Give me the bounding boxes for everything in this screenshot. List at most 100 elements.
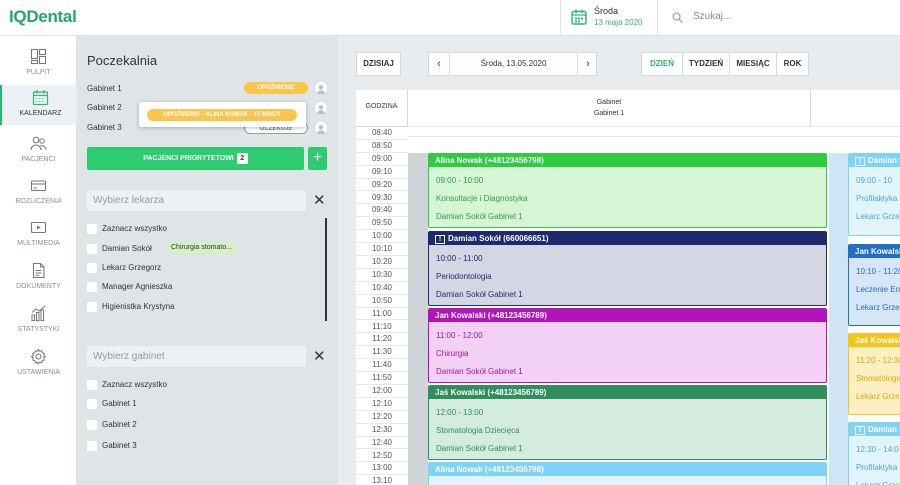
appointment-card[interactable]: !Damian Sokó 09:00 - 10 Profilaktyka i W Le… [848,153,900,236]
column-gutter [408,153,428,485]
appointment-card[interactable]: Jan Kowalski 10:10 - 11:20 Leczenie Endoc L… [848,244,900,326]
doctor-label: Lekarz Grzegorz [102,263,162,272]
time-slot: 13:10 [356,475,408,485]
view-year-button[interactable]: ROK [776,52,809,76]
checkbox[interactable] [87,420,97,430]
view-month-button[interactable]: MIESIĄC [729,52,777,76]
sidebar-item-dokumenty[interactable]: DOKUMENTY [0,258,77,298]
patients-icon [30,136,47,151]
appointment-header: Jan Kowalski (+48123456789) [429,309,826,322]
billing-icon [30,180,47,192]
app-logo[interactable]: IQDental [9,7,77,27]
search-input[interactable]: Szukaj... [672,9,772,27]
appointment-time: 11:20 - 12:30 [856,356,900,365]
calendar-area: DZISIAJ ‹ Środa, 13.05.2020 › DZIEŃ TYDZ… [338,36,900,485]
checkbox[interactable] [87,302,97,312]
checkbox[interactable] [87,263,97,273]
appointment-card[interactable]: Alina Nowak (+48123456798) [428,462,827,485]
appointment-service: Profilaktyka i W [856,463,900,472]
appointment-card[interactable]: Jaś Kowalski 11:20 - 12:30 Stomatologia Z L… [848,333,900,415]
sidebar-item-rozliczenia[interactable]: ROZLICZENIA [0,173,77,213]
settings-icon [30,348,47,365]
status-badge[interactable]: OPÓŹNIENIE [244,82,308,94]
appointment-header: Jan Kowalski [849,245,900,258]
checkbox[interactable] [87,282,97,292]
time-slot: 12:10 [356,397,408,411]
appointment-time: 10:00 - 11:00 [436,254,483,263]
appointment-doctor: Lekarz Grzegor [856,481,900,485]
grid-line [408,126,900,127]
checkbox[interactable] [87,399,97,409]
room-label: Zaznacz wszystko [102,380,167,389]
sidebar-item-multimedia[interactable]: MULTIMEDIA [0,215,77,255]
view-week-button[interactable]: TYDZIEŃ [682,52,730,76]
sidebar-item-label: MULTIMEDIA [17,240,60,247]
checkbox[interactable] [87,441,97,451]
appointment-card[interactable]: Jan Kowalski (+48123456789) 11:00 - 12:00… [428,308,827,383]
checkbox[interactable] [87,244,97,254]
appointment-header: !Damian Sokó [849,423,900,436]
appointment-patient: Jaś Kowalski [855,336,900,345]
priority-patients-button[interactable]: PACJENCI PRIORYTETOWI 2 [87,147,304,170]
search-placeholder: Szukaj... [693,11,732,22]
time-slot: 11:40 [356,359,408,373]
room-column-header[interactable]: Gabinet Gabinet 1 [408,90,811,127]
time-slot: 12:30 [356,423,408,437]
appointment-card[interactable]: ! Damian Sokół (660066651) 10:00 - 11:00 Pe… [428,231,827,306]
time-slot: 11:20 [356,333,408,347]
alert-icon: ! [855,157,865,166]
sidebar-item-kalendarz[interactable]: KALENDARZ [0,85,77,125]
time-slot: 13:00 [356,462,408,476]
avatar [315,122,327,134]
time-slot: 09:40 [356,204,408,218]
today-button[interactable]: DZISIAJ [356,52,401,76]
appointment-doctor: Lekarz Grzegor [856,303,900,312]
room-label: Gabinet 1 [102,399,137,408]
next-day-button[interactable]: › [578,53,598,75]
grid-line [408,136,900,137]
delay-tooltip-text: OPÓŹNIENIE - ALINA NOWAK - 15 MINUT [147,109,297,121]
time-slot: 10:40 [356,281,408,295]
doctor-list-scrollbar[interactable] [325,218,327,321]
doctor-label: Zaznacz wszystko [102,224,167,233]
checkbox[interactable] [87,224,97,234]
clear-doctor-button[interactable]: ✕ [313,193,326,208]
appointment-card[interactable]: !Damian Sokó 12:30 - 14:0 Profilaktyka i W… [848,422,900,485]
room-name: Gabinet 3 [87,123,122,132]
alert-icon: ! [855,426,865,435]
appointment-service: Periodontologia [436,272,492,281]
sidebar-item-statystyki[interactable]: STATYSTYKI [0,301,77,341]
view-day-button[interactable]: DZIEŃ [641,52,683,76]
priority-label: PACJENCI PRIORYTETOWI [143,155,234,162]
add-priority-patient-button[interactable]: + [308,147,327,170]
time-slot: 11:00 [356,307,408,321]
doctor-select-placeholder: Wybierz lekarza [93,195,165,206]
grid-header: GODZINA Gabinet Gabinet 1 [356,90,900,127]
appointment-card[interactable]: Jaś Kowalski (+48123456789) 12:00 - 13:00… [428,385,827,460]
appointment-service: Stomatologia Z [856,374,900,383]
appointment-patient: Damian Sokó [868,156,900,165]
checkbox[interactable] [87,380,97,390]
sidebar-item-ustawienia[interactable]: USTAWIENIA [0,344,77,384]
time-slot: 09:20 [356,178,408,192]
time-slot: 11:30 [356,346,408,360]
appointment-header: Alina Nowak (+48123456798) [429,463,826,476]
sidebar-item-label: DOKUMENTY [16,283,61,290]
doctor-label: Damian Sokół [102,244,152,253]
documents-icon [32,262,45,279]
sidebar-item-pacjenci[interactable]: PACJENCI [0,131,77,171]
appointment-service: Konsultacje i Diagnostyka [436,194,528,203]
appointment-card[interactable]: Alina Nowak (+48123456798) 09:00 - 10:00 K… [428,153,827,228]
sidebar-item-pulpit[interactable]: PULPIT [0,44,77,84]
time-slot: 09:50 [356,217,408,231]
doctor-select[interactable]: Wybierz lekarza [87,190,306,211]
current-date-display: Środa 13 maja 2020 [560,0,658,36]
room-select-placeholder: Wybierz gabinet [93,351,165,362]
prev-day-button[interactable]: ‹ [429,53,449,75]
time-slot: 09:10 [356,165,408,179]
clear-room-button[interactable]: ✕ [313,349,326,364]
current-date: 13 maja 2020 [594,18,643,27]
appointment-patient: Alina Nowak (+48123456798) [435,465,544,474]
room-select[interactable]: Wybierz gabinet [87,346,306,367]
time-slot: 12:40 [356,436,408,450]
